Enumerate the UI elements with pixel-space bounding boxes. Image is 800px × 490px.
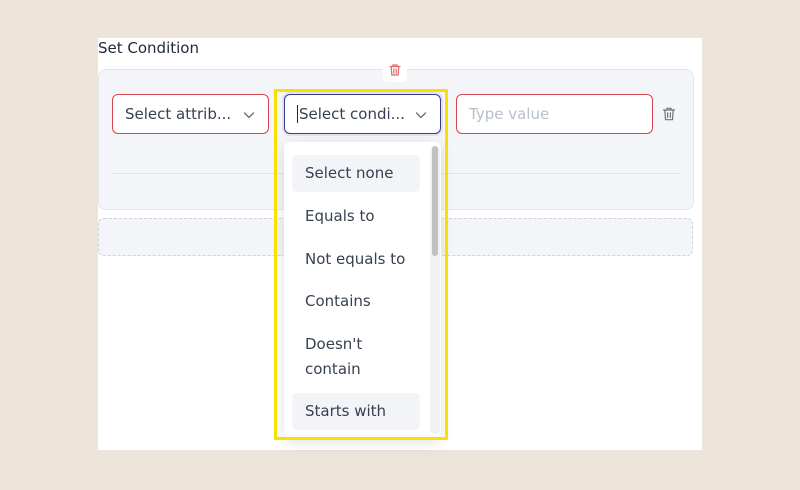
condition-panel: Set Condition Select attrib... Select co… [98,38,702,450]
condition-select[interactable]: Select condi... [284,94,441,134]
dropdown-option[interactable]: Starts with [292,393,420,430]
section-title: Set Condition [98,39,199,57]
attribute-select-value: Select attrib... [125,105,232,123]
dropdown-scrollbar-thumb[interactable] [432,146,438,256]
delete-group-button[interactable] [383,58,407,82]
chevron-down-icon [415,112,427,119]
dropdown-option[interactable]: Not equals to [292,241,420,278]
value-input[interactable]: Type value [456,94,653,134]
dropdown-option[interactable]: Contains [292,283,420,320]
attribute-select[interactable]: Select attrib... [112,94,269,134]
value-input-placeholder: Type value [469,105,550,123]
text-cursor [297,105,298,123]
dropdown-option[interactable]: Doesn't contain [292,332,420,382]
condition-select-value: Select condi... [299,105,405,123]
condition-dropdown-menu: Select none Equals to Not equals to Cont… [284,142,441,438]
dropdown-option[interactable]: Equals to [292,198,420,235]
trash-icon [389,64,401,76]
dropdown-option[interactable]: Select none [292,155,420,192]
chevron-down-icon [243,112,255,119]
trash-icon[interactable] [661,106,677,122]
